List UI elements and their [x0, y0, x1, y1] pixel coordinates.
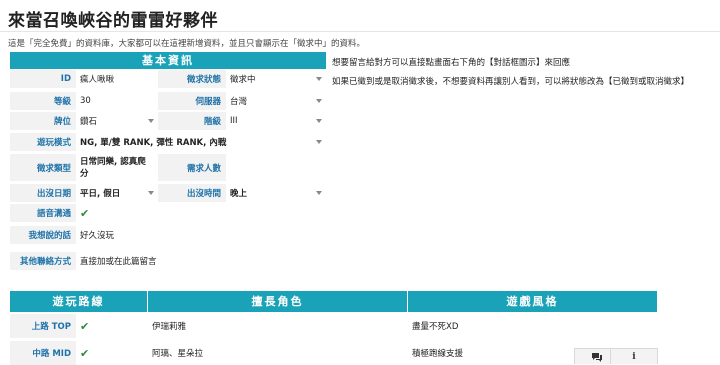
check-icon: ✔: [80, 346, 90, 360]
status-label: 徵求狀態: [158, 70, 226, 88]
type-select[interactable]: 日常同樂, 認真爬 分: [76, 154, 158, 181]
say-field[interactable]: 好久沒玩: [76, 226, 196, 244]
caret-down-icon: [316, 99, 322, 103]
type-value-line2: 分: [80, 168, 89, 179]
champ-cell: 伊瑞莉雅: [148, 314, 408, 338]
time-value: 晚上: [230, 189, 248, 199]
caret-down-icon: [148, 191, 154, 195]
form-row-mode: 遊玩模式 NG, 單/雙 RANK, 彈性 RANK, 內戰: [10, 133, 326, 151]
champ-cell: 阿璃、星朵拉: [148, 341, 408, 365]
divider: [0, 31, 720, 32]
form-row-id: ID 瘋人啾啾 徵求狀態 徵求中: [10, 70, 326, 88]
form-row-rank: 牌位 鑽石 階級 III: [10, 112, 326, 130]
caret-down-icon: [148, 119, 154, 123]
lane-check: ✔: [76, 314, 148, 338]
style-cell: 盡量不死XD: [408, 314, 657, 338]
basic-info-header: 基本資訊: [10, 52, 326, 69]
day-label: 出沒日期: [10, 184, 76, 202]
caret-down-icon: [316, 191, 322, 195]
server-label: 伺服器: [158, 92, 226, 110]
check-icon: ✔: [80, 319, 90, 333]
server-value: 台灣: [230, 97, 248, 107]
page-title: 來當召喚峽谷的雷雷好夥伴: [8, 11, 218, 31]
day-select[interactable]: 平日, 假日: [76, 184, 158, 202]
tier-value: III: [230, 116, 238, 126]
day-value: 平日, 假日: [80, 189, 121, 199]
level-field[interactable]: 30: [76, 92, 158, 110]
table-row: 上路 TOP ✔ 伊瑞莉雅 盡量不死XD: [10, 314, 657, 338]
form-row-voice: 語音溝通 ✔: [10, 204, 326, 222]
status-select[interactable]: 徵求中: [226, 70, 326, 88]
status-value: 徵求中: [230, 75, 256, 85]
lane-check: ✔: [76, 341, 148, 365]
table-row: 中路 MID ✔ 阿璃、星朵拉 積極跑線支援: [10, 341, 657, 365]
type-label: 徵求類型: [10, 154, 76, 181]
caret-down-icon: [316, 77, 322, 81]
side-note-reply: 想要留言給對方可以直接點畫面右下角的【對話框圖示】來回應: [332, 58, 571, 68]
info-button[interactable]: i: [610, 348, 658, 364]
time-select[interactable]: 晚上: [226, 184, 326, 202]
mode-value: NG, 單/雙 RANK, 彈性 RANK, 內戰: [80, 138, 227, 148]
type-value-line1: 日常同樂, 認真爬: [80, 156, 146, 167]
need-label: 需求人數: [158, 154, 226, 181]
contact-label: 其他聯絡方式: [10, 252, 76, 270]
id-field[interactable]: 瘋人啾啾: [76, 70, 158, 88]
tier-label: 階級: [158, 112, 226, 130]
lane-label: 中路 MID: [10, 341, 76, 365]
check-icon: ✔: [80, 206, 90, 220]
mode-label: 遊玩模式: [10, 133, 76, 151]
need-field[interactable]: [226, 154, 326, 181]
say-label: 我想說的話: [10, 226, 76, 244]
notice-text: 這是「完全免費」的資料庫，大家都可以在這裡新增資料，並且只會顯示在「徵求中」的資…: [8, 39, 366, 49]
side-note-status: 如果已徵到或是取消徵求後，不想要資料再讓別人看到，可以將狀態改為【已徵到或取消徵…: [332, 77, 690, 87]
rank-value: 鑽石: [80, 117, 98, 127]
chat-bubbles-icon: [592, 352, 602, 362]
form-row-say: 我想說的話 好久沒玩: [10, 226, 326, 244]
lanes-col-header: 遊玩路線: [10, 291, 148, 312]
info-icon: i: [632, 351, 636, 362]
form-row-type: 徵求類型 日常同樂, 認真爬 分 需求人數: [10, 154, 326, 181]
voice-toggle[interactable]: ✔: [76, 204, 158, 222]
rank-label: 牌位: [10, 112, 76, 130]
champs-col-header: 擅長角色: [148, 291, 408, 312]
form-row-contact: 其他聯絡方式 直接加或在此篇留言: [10, 252, 326, 270]
form-row-day: 出沒日期 平日, 假日 出沒時間 晚上: [10, 184, 326, 202]
style-col-header: 遊戲風格: [408, 291, 657, 312]
form-row-level: 等級 30 伺服器 台灣: [10, 92, 326, 110]
mode-select[interactable]: NG, 單/雙 RANK, 彈性 RANK, 內戰: [76, 133, 326, 151]
contact-field[interactable]: 直接加或在此篇留言: [76, 252, 216, 270]
voice-label: 語音溝通: [10, 204, 76, 222]
tier-select[interactable]: III: [226, 112, 326, 130]
time-label: 出沒時間: [158, 184, 226, 202]
rank-select[interactable]: 鑽石: [76, 112, 158, 130]
level-label: 等級: [10, 92, 76, 110]
caret-down-icon: [316, 140, 322, 144]
id-label: ID: [10, 70, 76, 88]
caret-down-icon: [316, 119, 322, 123]
server-select[interactable]: 台灣: [226, 92, 326, 110]
lane-label: 上路 TOP: [10, 314, 76, 338]
